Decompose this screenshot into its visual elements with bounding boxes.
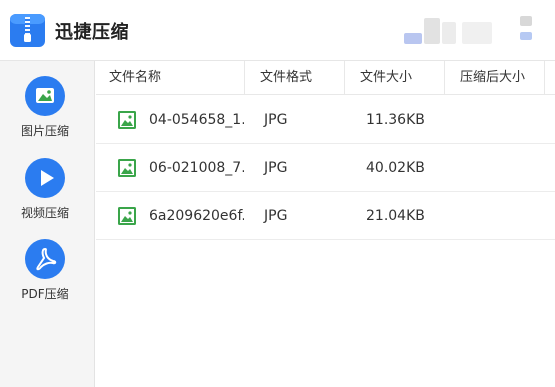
file-size: 11.36KB — [366, 112, 425, 128]
sidebar-item-label: PDF压缩 — [21, 287, 69, 301]
title-bar: 迅捷压缩 — [0, 0, 555, 61]
obscured-area — [404, 33, 422, 44]
obscured-area — [462, 22, 492, 44]
sidebar-item-label: 图片压缩 — [20, 124, 69, 138]
obscured-area — [520, 16, 532, 26]
app-title: 迅捷压缩 — [55, 22, 129, 43]
column-header-format[interactable]: 文件格式 — [245, 61, 345, 95]
play-icon — [25, 158, 65, 198]
sidebar: 图片压缩 视频压缩 PDF压缩 — [0, 61, 95, 387]
image-file-icon — [118, 207, 136, 225]
table-row[interactable]: 6a209620e6f... JPG 21.04KB — [96, 192, 555, 240]
sidebar-item-pdf-compress[interactable]: PDF压缩 — [0, 239, 95, 311]
file-format: JPG — [264, 160, 288, 176]
pdf-icon — [25, 239, 65, 279]
sidebar-item-label: 视频压缩 — [20, 206, 69, 220]
file-format: JPG — [264, 112, 288, 128]
column-header-size[interactable]: 文件大小 — [345, 61, 445, 95]
file-size: 21.04KB — [366, 208, 425, 224]
sidebar-item-video-compress[interactable]: 视频压缩 — [0, 158, 95, 230]
app-logo-icon — [10, 14, 45, 47]
file-name: 06-021008_7... — [149, 160, 244, 176]
table-header: 文件名称 文件格式 文件大小 压缩后大小 — [96, 61, 555, 95]
file-name: 6a209620e6f... — [149, 208, 244, 224]
obscured-area — [442, 22, 456, 44]
file-name: 04-054658_1... — [149, 112, 244, 128]
sidebar-item-image-compress[interactable]: 图片压缩 — [0, 76, 95, 148]
column-header-name[interactable]: 文件名称 — [96, 61, 245, 95]
file-format: JPG — [264, 208, 288, 224]
file-size: 40.02KB — [366, 160, 425, 176]
image-icon — [25, 76, 65, 116]
column-header-compressed-size[interactable]: 压缩后大小 — [445, 61, 545, 95]
table-row[interactable]: 04-054658_1... JPG 11.36KB — [96, 96, 555, 144]
obscured-area — [424, 18, 440, 44]
table-row[interactable]: 06-021008_7... JPG 40.02KB — [96, 144, 555, 192]
image-file-icon — [118, 159, 136, 177]
obscured-area — [520, 32, 532, 40]
file-table: 文件名称 文件格式 文件大小 压缩后大小 04-054658_1... JPG … — [96, 61, 555, 387]
image-file-icon — [118, 111, 136, 129]
